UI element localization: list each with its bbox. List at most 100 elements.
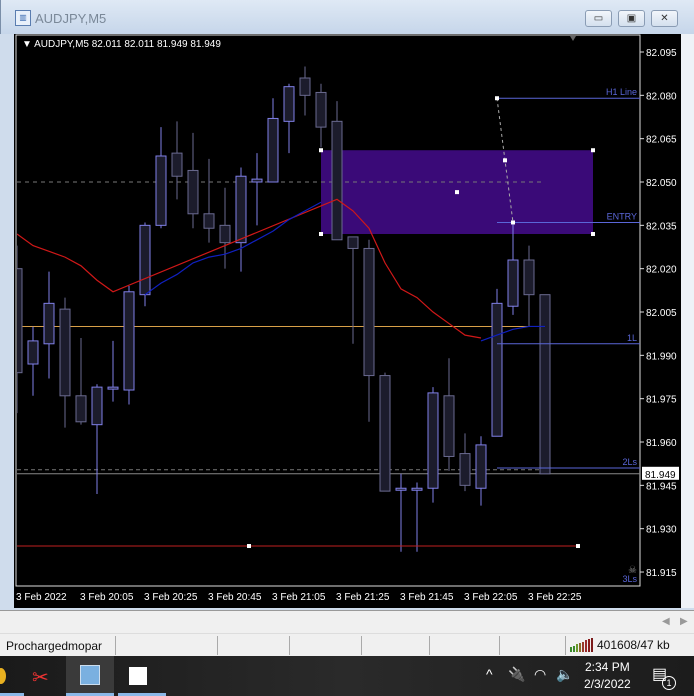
candle-1 xyxy=(27,326,39,396)
price-chart[interactable]: H1 LineENTRY1L2Ls3Ls☠ 82.09582.08082.065… xyxy=(0,0,694,610)
candle-body xyxy=(427,392,439,489)
chart-shift-marker[interactable] xyxy=(570,36,576,41)
status-profile: Prochargedmopar xyxy=(6,639,103,653)
x-tick-label: 3 Feb 20:25 xyxy=(144,592,198,603)
candle-16 xyxy=(267,98,279,183)
y-tick-label: 81.975 xyxy=(646,395,677,406)
y-tick-label: 82.095 xyxy=(646,48,677,59)
line-label: H1 Line xyxy=(606,87,637,97)
candle-21 xyxy=(347,236,359,344)
candle-15 xyxy=(251,153,263,226)
scroll-left-icon[interactable]: ◀ xyxy=(662,616,670,627)
y-tick-label: 82.080 xyxy=(646,91,677,102)
current-price-label: 81.949 xyxy=(645,470,676,481)
y-tick-label: 81.945 xyxy=(646,481,677,492)
power-icon[interactable]: 🔌 xyxy=(508,666,525,683)
candle-27 xyxy=(443,358,455,471)
horizontal-scroll-area[interactable]: ◀ ▶ xyxy=(0,610,694,633)
scroll-right-icon[interactable]: ▶ xyxy=(680,616,688,627)
system-clock[interactable]: 2:34 PM 2/3/2022 xyxy=(584,659,631,693)
candle-body xyxy=(379,375,391,492)
candle-body xyxy=(91,386,103,426)
x-tick-label: 3 Feb 20:45 xyxy=(208,592,262,603)
candle-body xyxy=(539,294,551,475)
candle-body xyxy=(219,224,231,244)
candle-6 xyxy=(107,340,119,402)
x-tick-label: 3 Feb 22:05 xyxy=(464,592,518,603)
candle-body xyxy=(299,77,311,96)
y-tick-label: 82.020 xyxy=(646,265,677,276)
candle-23 xyxy=(379,372,391,492)
x-tick-label: 3 Feb 21:45 xyxy=(400,592,454,603)
candle-body xyxy=(507,259,519,307)
candle-body xyxy=(203,213,215,229)
y-tick-label: 81.915 xyxy=(646,568,677,579)
volume-icon[interactable]: 🔈 xyxy=(556,666,573,683)
candle-body xyxy=(363,247,375,377)
line-handle xyxy=(247,544,251,549)
taskbar-snipping-tool[interactable]: ✂ xyxy=(20,656,68,696)
candle-body xyxy=(267,117,279,183)
candle-18 xyxy=(299,66,311,116)
candle-19 xyxy=(315,83,327,148)
candle-body xyxy=(315,91,327,128)
candle-7 xyxy=(123,286,135,405)
candle-10 xyxy=(171,121,183,200)
candle-14 xyxy=(235,167,247,272)
candle-body xyxy=(43,302,55,345)
candle-0 xyxy=(17,245,23,414)
scissors-icon: ✂ xyxy=(32,667,49,689)
notification-count: 1 xyxy=(662,676,676,690)
candle-body xyxy=(75,395,87,423)
x-tick-label: 3 Feb 21:25 xyxy=(336,592,390,603)
candle-2 xyxy=(43,271,55,379)
line-handle xyxy=(576,544,580,549)
object-handle xyxy=(591,232,595,237)
candle-25 xyxy=(411,482,423,552)
chart-header-text: AUDJPY,M5 82.011 82.011 81.949 81.949 xyxy=(34,39,221,50)
taskbar: ✂ ^ 🔌 ◠ 🔈 2:34 PM 2/3/2022 ▤ 1 xyxy=(0,656,694,696)
y-tick-label: 81.990 xyxy=(646,351,677,362)
candle-body xyxy=(491,302,503,437)
connection-status[interactable]: 401608/47 kb xyxy=(570,638,670,652)
y-tick-label: 81.960 xyxy=(646,438,677,449)
skull-icon: ☠ xyxy=(628,565,637,576)
candle-9 xyxy=(155,127,167,229)
y-tick-label: 82.005 xyxy=(646,308,677,319)
taskbar-metatrader[interactable] xyxy=(66,656,114,696)
candle-33 xyxy=(539,294,551,475)
candle-body xyxy=(475,444,487,489)
app-window-icon xyxy=(129,667,147,685)
chart-header: ▼ AUDJPY,M5 82.011 82.011 81.949 81.949 xyxy=(22,39,221,50)
line-label: 2Ls xyxy=(622,457,637,467)
candle-body xyxy=(251,178,263,183)
collapse-arrow-icon[interactable]: ▼ xyxy=(22,39,34,50)
moving-average-blue-2 xyxy=(480,325,545,342)
candle-body xyxy=(123,291,135,391)
candle-17 xyxy=(283,83,295,154)
candle-body xyxy=(347,236,359,249)
candle-32 xyxy=(523,245,535,327)
candle-4 xyxy=(75,338,87,425)
candle-8 xyxy=(139,222,151,307)
y-tick-label: 81.930 xyxy=(646,525,677,536)
candle-body xyxy=(331,120,343,241)
x-tick-label: 3 Feb 20:05 xyxy=(80,592,134,603)
clock-date: 2/3/2022 xyxy=(584,677,631,691)
candle-24 xyxy=(395,473,407,552)
show-hidden-icons-icon[interactable]: ^ xyxy=(486,666,493,682)
wifi-icon[interactable]: ◠ xyxy=(534,666,546,683)
moving-average-blue xyxy=(144,201,322,296)
candle-22 xyxy=(363,239,375,422)
candle-11 xyxy=(187,132,199,229)
object-handle xyxy=(455,190,459,195)
clock-time: 2:34 PM xyxy=(585,660,630,674)
x-tick-label: 3 Feb 2022 xyxy=(16,592,67,603)
candle-body xyxy=(171,152,183,177)
candle-body xyxy=(187,169,199,215)
line-label: ENTRY xyxy=(607,211,637,221)
taskbar-app-4[interactable] xyxy=(118,656,166,696)
status-bar: Prochargedmopar 401608/47 kb xyxy=(0,633,694,656)
candle-3 xyxy=(59,297,71,428)
connection-bars-icon xyxy=(570,638,593,652)
